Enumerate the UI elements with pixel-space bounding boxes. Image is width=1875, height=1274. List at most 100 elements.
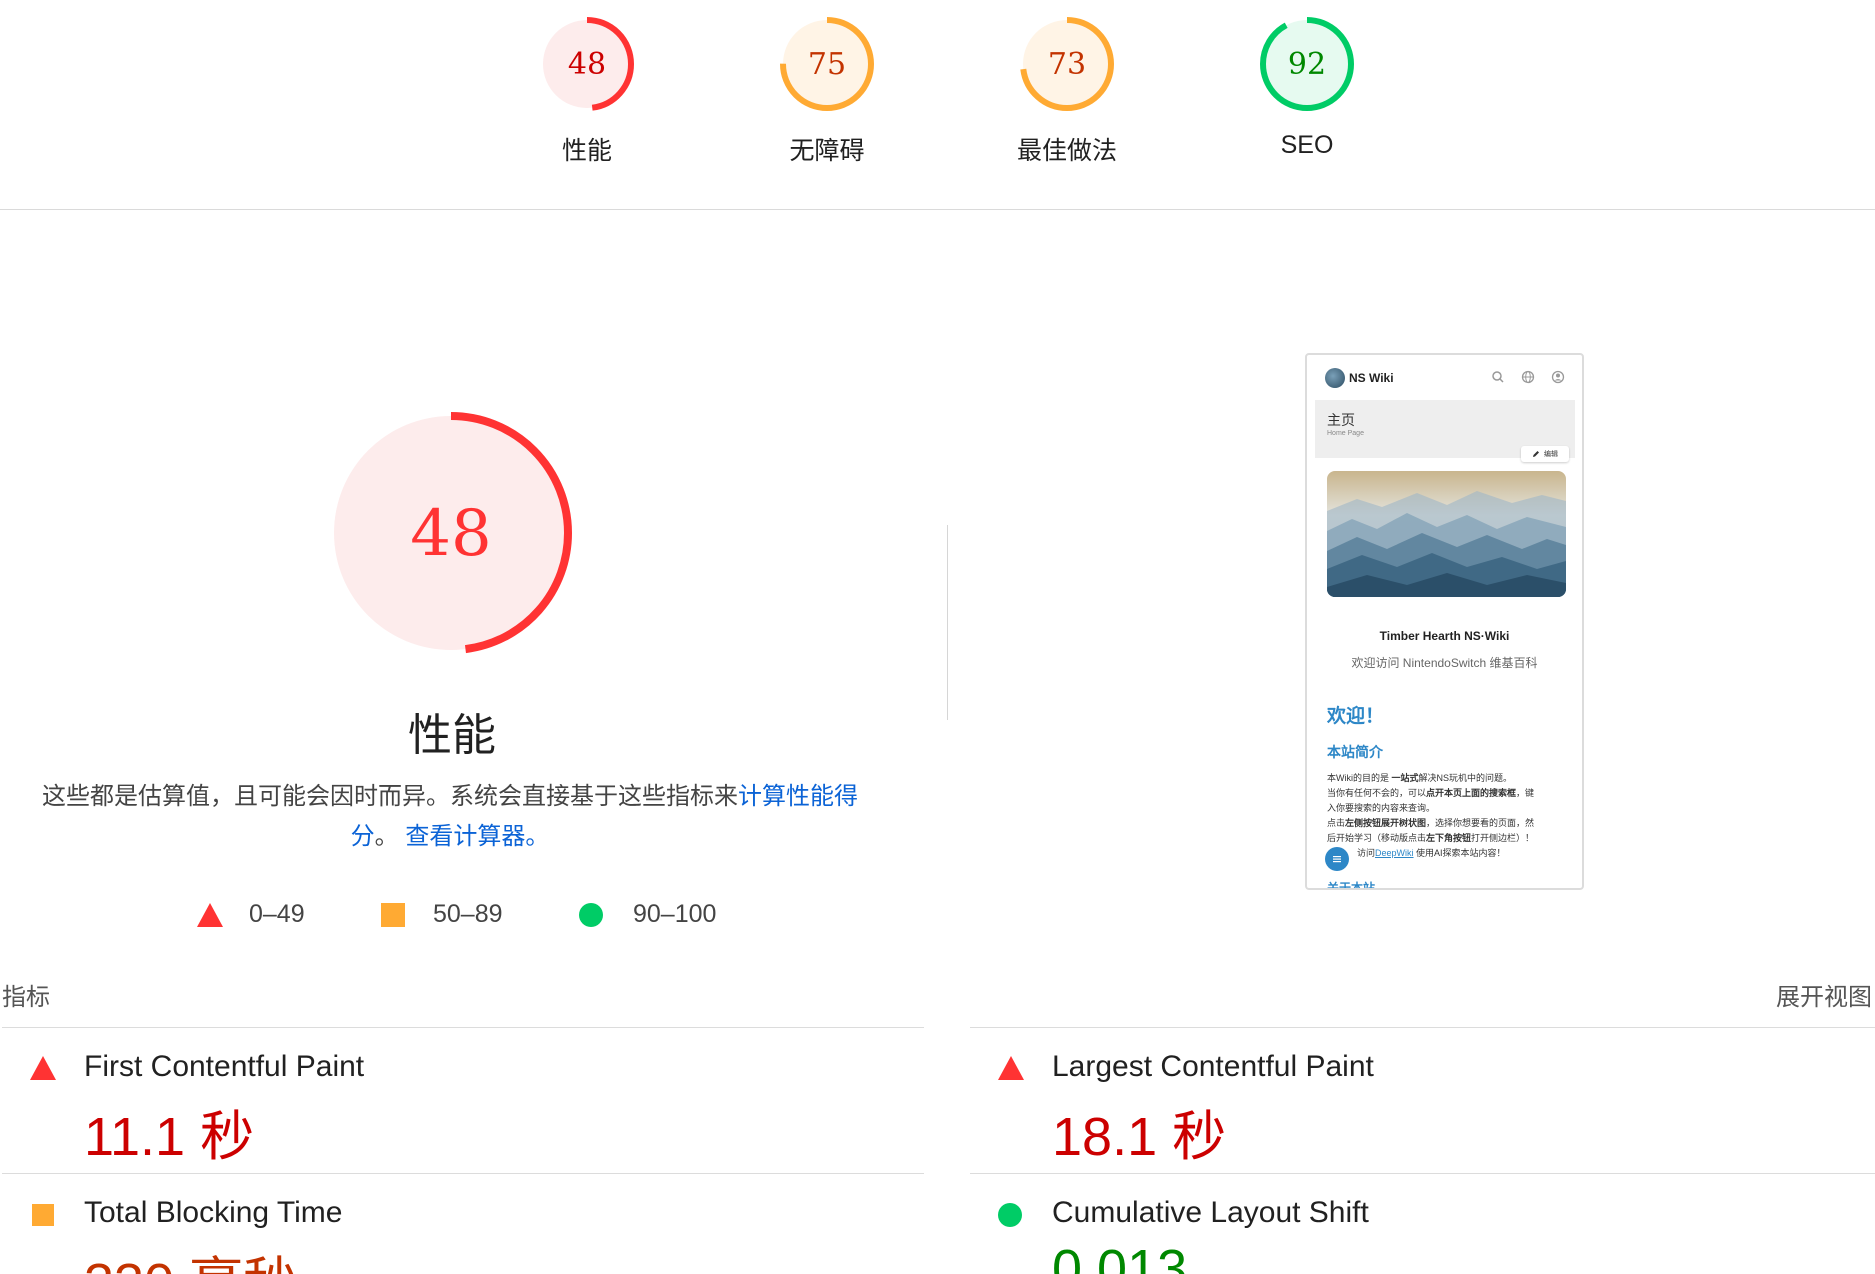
line-text: ，选择你想要看的页面，然 bbox=[1426, 818, 1535, 828]
gauge-ring: 48 bbox=[540, 17, 634, 111]
average-square-icon bbox=[30, 1202, 54, 1226]
line-bold: 一站式 bbox=[1391, 773, 1419, 783]
legend-pass: 90–100 bbox=[579, 900, 716, 929]
line-text: 本Wiki的目的是 bbox=[1327, 773, 1392, 783]
vertical-divider bbox=[947, 525, 948, 720]
triangle-icon bbox=[197, 902, 223, 927]
legend-range: 50–89 bbox=[433, 900, 503, 928]
screenshot-edit-button: 编辑 bbox=[1521, 446, 1569, 462]
edit-label: 编辑 bbox=[1544, 451, 1558, 458]
screenshot-header: NS Wiki bbox=[1307, 355, 1582, 400]
line-text: 后开始学习（移动版点击 bbox=[1327, 833, 1427, 843]
gauge-seo[interactable]: 92 SEO bbox=[1227, 14, 1387, 160]
screenshot-welcome-heading: 欢迎！ bbox=[1327, 706, 1385, 727]
metric-fcp: First Contentful Paint 11.1 秒 bbox=[2, 1040, 762, 1180]
performance-description: 这些都是估算值，且可能会因时而异。系统会直接基于这些指标来计算性能得分。 查看计… bbox=[40, 777, 860, 857]
screenshot-text-line: 当你有任何不会的，可以点开本页上面的搜索框，键 bbox=[1327, 786, 1567, 799]
line-text: 当你有任何不会的，可以 bbox=[1327, 788, 1427, 798]
description-text: 这些都是估算值，且可能会因时而异。系统会直接基于这些指标来 bbox=[42, 783, 738, 810]
gauge-accessibility[interactable]: 75 无障碍 bbox=[747, 14, 907, 167]
metric-value: 11.1 秒 bbox=[84, 1107, 255, 1167]
view-calculator-link[interactable]: 查看计算器。 bbox=[405, 823, 549, 850]
gauge-ring: 73 bbox=[1020, 17, 1114, 111]
pencil-icon bbox=[1533, 451, 1539, 457]
gauge-score: 75 bbox=[808, 47, 846, 82]
metric-name: Cumulative Layout Shift bbox=[1052, 1196, 1369, 1229]
screenshot-site-name: NS Wiki bbox=[1349, 370, 1394, 385]
gauge-best-practices[interactable]: 73 最佳做法 bbox=[987, 14, 1147, 167]
screenshot-intro-heading: 本站简介 bbox=[1327, 744, 1383, 760]
legend-range: 0–49 bbox=[249, 900, 305, 928]
legend-average: 50–89 bbox=[381, 900, 503, 929]
gauge-score: 48 bbox=[568, 47, 606, 82]
gauge-ring: 75 bbox=[780, 17, 874, 111]
metric-name: First Contentful Paint bbox=[84, 1050, 365, 1083]
screenshot-next-heading: 关于本站 bbox=[1327, 881, 1376, 890]
line-bold: 左下角按钮 bbox=[1426, 833, 1472, 843]
gauge-performance[interactable]: 48 性能 bbox=[507, 14, 667, 167]
screenshot-header-icons bbox=[1490, 369, 1566, 385]
screenshot-text-line: 本Wiki的目的是 一站式解决NS玩机中的问题。 bbox=[1327, 771, 1567, 784]
square-icon bbox=[381, 902, 405, 927]
legend-fail: 0–49 bbox=[197, 900, 305, 929]
screenshot-hero-subtitle: 欢迎访问 NintendoSwitch 维基百科 bbox=[1351, 656, 1538, 670]
mountain-hero-image bbox=[1327, 471, 1566, 597]
line-text: 入你要搜索的内容来查询。 bbox=[1327, 803, 1436, 813]
metric-value: 330 毫秒 bbox=[84, 1238, 297, 1274]
pass-circle-icon bbox=[998, 1202, 1022, 1227]
line-link: DeepWiki bbox=[1375, 848, 1414, 858]
line-text: 使用AI探索本站内容！ bbox=[1413, 848, 1506, 858]
legend-range: 90–100 bbox=[633, 900, 717, 928]
screenshot-page-header: 主页 Home Page 编辑 bbox=[1315, 400, 1575, 462]
gauge-label: SEO bbox=[1280, 131, 1334, 159]
user-icon bbox=[1551, 370, 1565, 384]
performance-title: 性能 bbox=[408, 711, 496, 760]
metric-name: Total Blocking Time bbox=[84, 1196, 343, 1229]
line-bold: 左侧按钮展开树状图 bbox=[1345, 818, 1427, 828]
screenshot-page-title: 主页 bbox=[1327, 412, 1355, 428]
metric-name: Largest Contentful Paint bbox=[1052, 1050, 1374, 1083]
screenshot-text-line: 点击左侧按钮展开树状图，选择你想要看的页面，然 bbox=[1327, 816, 1567, 829]
line-bold: 点开本页上面的搜索框 bbox=[1426, 788, 1517, 798]
fail-triangle-icon bbox=[30, 1056, 56, 1080]
screenshot-hero-title: Timber Hearth NS·Wiki bbox=[1379, 629, 1510, 643]
gauge-label: 性能 bbox=[561, 137, 612, 165]
metrics-divider bbox=[2, 1173, 924, 1174]
circle-icon bbox=[579, 902, 603, 927]
line-text: 访问 bbox=[1357, 848, 1376, 858]
metric-value: 0.013 bbox=[1052, 1239, 1188, 1274]
metric-value: 18.1 秒 bbox=[1052, 1107, 1227, 1167]
screenshot-page-subtitle: Home Page bbox=[1327, 430, 1364, 437]
line-text: 点击 bbox=[1327, 818, 1346, 828]
metric-lcp: Largest Contentful Paint 18.1 秒 bbox=[970, 1040, 1730, 1180]
metric-cls: Cumulative Layout Shift 0.013 bbox=[970, 1186, 1730, 1274]
performance-gauge-large: 48 bbox=[330, 412, 572, 654]
gauge-score: 92 bbox=[1288, 47, 1326, 82]
fail-triangle-icon bbox=[998, 1056, 1024, 1080]
top-divider bbox=[0, 209, 1875, 210]
site-logo-icon bbox=[1325, 367, 1345, 388]
expand-view-button[interactable]: 展开视图 bbox=[1776, 977, 1872, 1012]
gauge-score: 73 bbox=[1048, 47, 1086, 82]
search-icon bbox=[1492, 371, 1504, 383]
menu-icon bbox=[1333, 856, 1341, 863]
screenshot-text-line: 访问DeepWiki 使用AI探索本站内容！ bbox=[1357, 846, 1567, 859]
gauge-ring: 92 bbox=[1260, 17, 1354, 111]
screenshot-text-line: 入你要搜索的内容来查询。 bbox=[1327, 801, 1567, 814]
category-gauges: 48 性能 75 无障碍 73 最佳做法 92 SEO bbox=[0, 0, 1875, 210]
description-separator: 。 bbox=[374, 823, 399, 850]
mountain-landscape-icon bbox=[1327, 471, 1566, 597]
metrics-divider bbox=[970, 1027, 1875, 1028]
line-text: 打开侧边栏）！ bbox=[1471, 833, 1535, 843]
screenshot-menu-button bbox=[1325, 847, 1349, 871]
globe-icon bbox=[1521, 370, 1535, 384]
line-text: 解决NS玩机中的问题。 bbox=[1418, 773, 1513, 783]
metric-tbt: Total Blocking Time 330 毫秒 bbox=[2, 1186, 762, 1274]
large-gauge-ring: 48 bbox=[330, 412, 572, 654]
final-screenshot[interactable]: NS Wiki 主页 Home Page 编辑 Timber Hearth NS… bbox=[1305, 353, 1584, 890]
gauge-label: 无障碍 bbox=[789, 137, 865, 165]
metrics-heading: 指标 bbox=[2, 984, 50, 1011]
metrics-divider bbox=[2, 1027, 924, 1028]
gauge-label: 最佳做法 bbox=[1016, 137, 1117, 165]
large-gauge-score: 48 bbox=[410, 497, 491, 571]
